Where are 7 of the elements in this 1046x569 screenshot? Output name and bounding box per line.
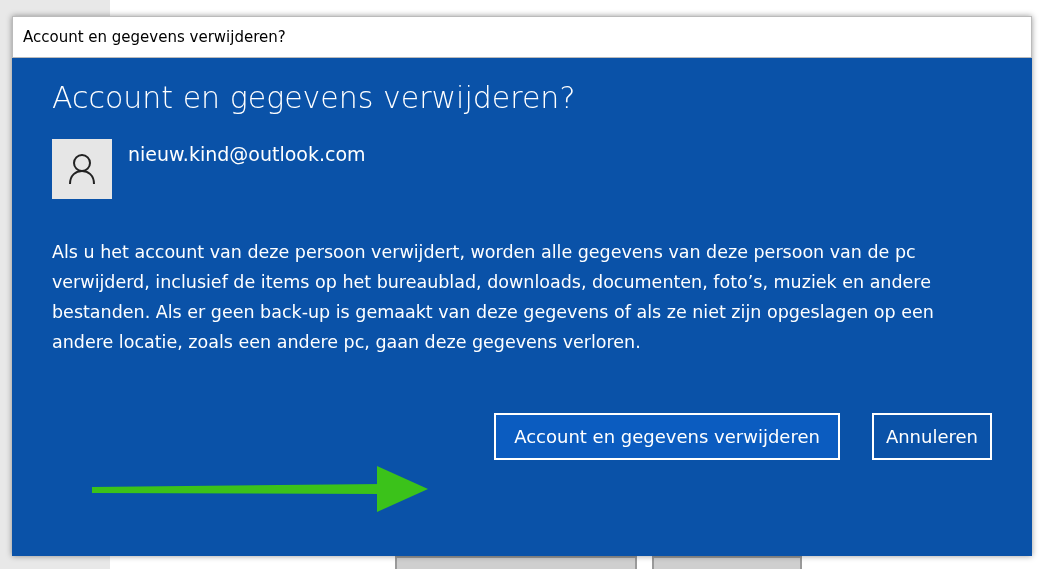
dialog-heading: Account en gegevens verwijderen? (52, 80, 577, 115)
warning-message: Als u het account van deze persoon verwijdert, worden alle gegevens van deze persoon van de pc verwijderd, inclusief de items op het bureaublad, downloads, documenten, foto’s, muziek en andere bestanden. Als er geen back-up is gemaakt van deze gegevens of als ze niet zijn opgeslagen op een andere locatie, zoals een andere pc, gaan deze gegevens verloren. (52, 241, 935, 354)
window-title: Account en gegevens verwijderen? (23, 28, 286, 46)
person-icon (68, 153, 96, 185)
account-email: nieuw.kind@outlook.com (128, 143, 366, 165)
delete-button[interactable]: Account en gegevens verwijderen (494, 413, 840, 460)
cancel-button[interactable]: Annuleren (871, 413, 992, 460)
